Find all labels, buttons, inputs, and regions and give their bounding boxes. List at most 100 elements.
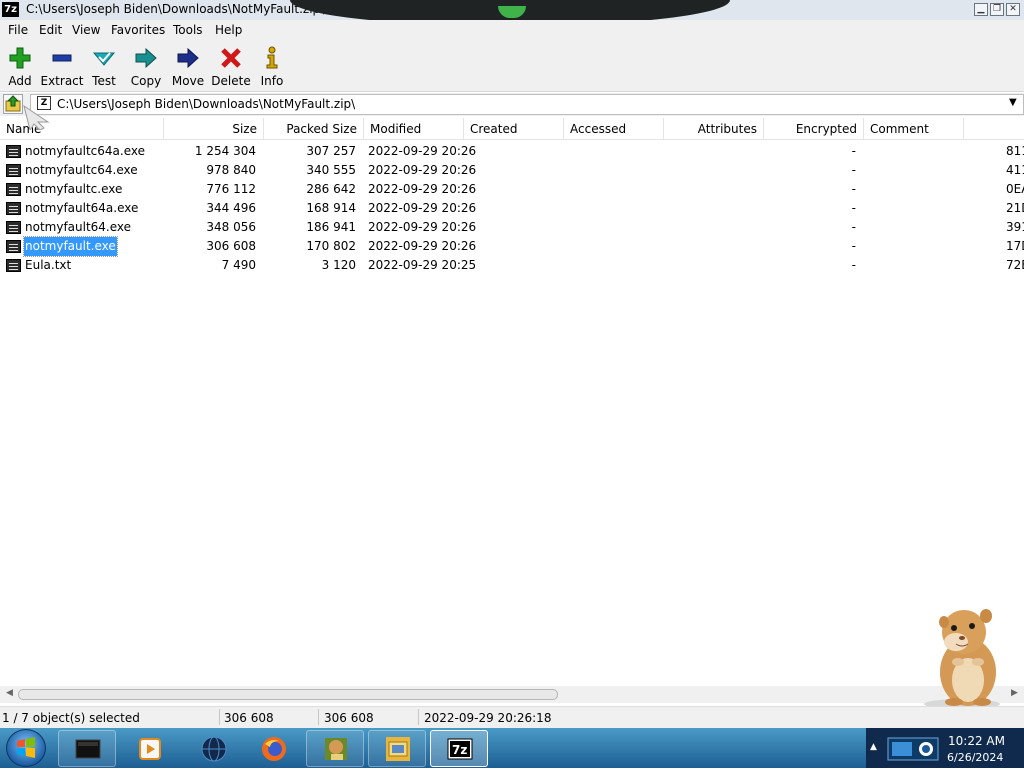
start-button[interactable] <box>6 729 46 767</box>
copy-button[interactable]: Copy <box>123 44 169 88</box>
file-packed-size: 3 120 <box>321 258 356 272</box>
extract-button[interactable]: Extract <box>39 44 85 88</box>
column-attributes[interactable]: Attributes <box>664 118 764 140</box>
taskbar-app-7zip[interactable]: 7z <box>430 730 488 767</box>
menu-view[interactable]: View <box>72 23 100 37</box>
info-button[interactable]: Info <box>249 44 295 88</box>
add-button[interactable]: Add <box>0 44 43 88</box>
table-row[interactable]: notmyfaultc64.exe 978 840 340 555 2022-0… <box>0 161 1024 180</box>
move-label: Move <box>171 74 205 88</box>
table-row[interactable]: notmyfault64.exe 348 056 186 941 2022-09… <box>0 218 1024 237</box>
file-size: 344 496 <box>206 201 256 215</box>
taskbar-app-terminal[interactable] <box>58 730 116 767</box>
clock-time[interactable]: 10:22 AM <box>948 734 1005 748</box>
address-dropdown-icon[interactable]: ▼ <box>1009 97 1017 108</box>
column-size[interactable]: Size <box>164 118 264 140</box>
scroll-left-icon[interactable]: ◀ <box>6 688 13 698</box>
7zip-icon: 7z <box>447 738 473 760</box>
globe-icon <box>201 736 227 762</box>
folder-icon <box>386 737 410 761</box>
terminal-icon <box>75 739 101 759</box>
file-modified: 2022-09-29 20:26 <box>368 163 477 177</box>
column-encrypted[interactable]: Encrypted <box>764 118 864 140</box>
column-created[interactable]: Created <box>464 118 564 140</box>
status-divider <box>219 709 220 725</box>
delete-label: Delete <box>211 74 251 88</box>
up-folder-button[interactable] <box>3 94 23 114</box>
taskbar-app-globe[interactable] <box>184 730 242 767</box>
table-row[interactable]: notmyfaultc64a.exe 1 254 304 307 257 202… <box>0 142 1024 161</box>
move-arrow-icon <box>177 47 199 69</box>
scrollbar-thumb[interactable] <box>18 689 558 700</box>
file-size: 1 254 304 <box>194 144 256 158</box>
exe-file-icon <box>6 183 21 196</box>
firefox-icon <box>262 737 286 761</box>
info-label: Info <box>260 74 284 88</box>
file-size: 306 608 <box>206 239 256 253</box>
file-size: 776 112 <box>206 182 256 196</box>
clock-date[interactable]: 6/26/2024 <box>947 751 1003 764</box>
file-packed-size: 170 802 <box>306 239 356 253</box>
menu-help[interactable]: Help <box>215 23 242 37</box>
table-row[interactable]: Eula.txt 7 490 3 120 2022-09-29 20:25 - … <box>0 256 1024 275</box>
delete-button[interactable]: Delete <box>208 44 254 88</box>
file-packed-size: 340 555 <box>306 163 356 177</box>
taskbar-app-folder[interactable] <box>368 730 426 767</box>
tray-expand-icon[interactable]: ▲ <box>870 742 877 752</box>
file-encrypted: - <box>851 239 856 253</box>
file-name: notmyfaultc64a.exe <box>25 144 145 158</box>
restore-button[interactable]: ❐ <box>990 3 1004 16</box>
windows-logo-icon <box>17 737 35 758</box>
file-encrypted: - <box>851 144 856 158</box>
file-crc: 811 <box>1006 144 1024 158</box>
exe-file-icon <box>6 221 21 234</box>
taskbar-app-firefox[interactable] <box>244 730 302 767</box>
menu-tools[interactable]: Tools <box>173 23 203 37</box>
add-label: Add <box>8 74 32 88</box>
test-button[interactable]: Test <box>81 44 127 88</box>
svg-text:7z: 7z <box>452 743 467 757</box>
taskbar-app-media-player[interactable] <box>120 730 178 767</box>
file-name: notmyfault64.exe <box>25 220 132 234</box>
column-packed-size[interactable]: Packed Size <box>264 118 364 140</box>
plus-icon <box>9 47 31 69</box>
table-row[interactable]: notmyfaultc.exe 776 112 286 642 2022-09-… <box>0 180 1024 199</box>
file-size: 7 490 <box>221 258 256 272</box>
close-button[interactable]: ✕ <box>1006 3 1020 16</box>
status-size: 306 608 <box>224 711 274 725</box>
app-7zip-icon[interactable]: 7z <box>2 2 19 17</box>
status-selection: 1 / 7 object(s) selected <box>2 711 140 725</box>
menu-file[interactable]: File <box>8 23 28 37</box>
file-modified: 2022-09-29 20:26 <box>368 220 477 234</box>
minimize-button[interactable]: ▁ <box>974 3 988 16</box>
network-tray-icon[interactable] <box>886 734 940 762</box>
column-comment[interactable]: Comment <box>864 118 964 140</box>
table-row[interactable]: notmyfault64a.exe 344 496 168 914 2022-0… <box>0 199 1024 218</box>
info-icon <box>266 46 278 69</box>
status-packed-size: 306 608 <box>324 711 374 725</box>
column-modified[interactable]: Modified <box>364 118 464 140</box>
taskbar-app-box-game[interactable] <box>306 730 364 767</box>
status-modified: 2022-09-29 20:26:18 <box>424 711 552 725</box>
file-crc: 72E <box>1006 258 1024 272</box>
file-encrypted: - <box>851 220 856 234</box>
file-encrypted: - <box>851 258 856 272</box>
exe-file-icon <box>6 202 21 215</box>
box-game-icon <box>325 738 347 760</box>
copy-label: Copy <box>130 74 162 88</box>
file-name: Eula.txt <box>25 258 72 272</box>
table-row-selected[interactable]: notmyfault.exe 306 608 170 802 2022-09-2… <box>0 236 1024 257</box>
file-modified: 2022-09-29 20:26 <box>368 182 477 196</box>
file-name: notmyfault64a.exe <box>25 201 139 215</box>
column-accessed[interactable]: Accessed <box>564 118 664 140</box>
file-crc: 21D <box>1006 201 1024 215</box>
exe-file-icon <box>6 240 21 253</box>
file-modified: 2022-09-29 20:25 <box>368 258 477 272</box>
move-button[interactable]: Move <box>165 44 211 88</box>
file-crc: 391 <box>1006 220 1024 234</box>
menu-favorites[interactable]: Favorites <box>111 23 165 37</box>
up-arrow-icon <box>5 95 21 112</box>
extract-label: Extract <box>40 74 84 88</box>
menu-edit[interactable]: Edit <box>39 23 62 37</box>
file-encrypted: - <box>851 201 856 215</box>
